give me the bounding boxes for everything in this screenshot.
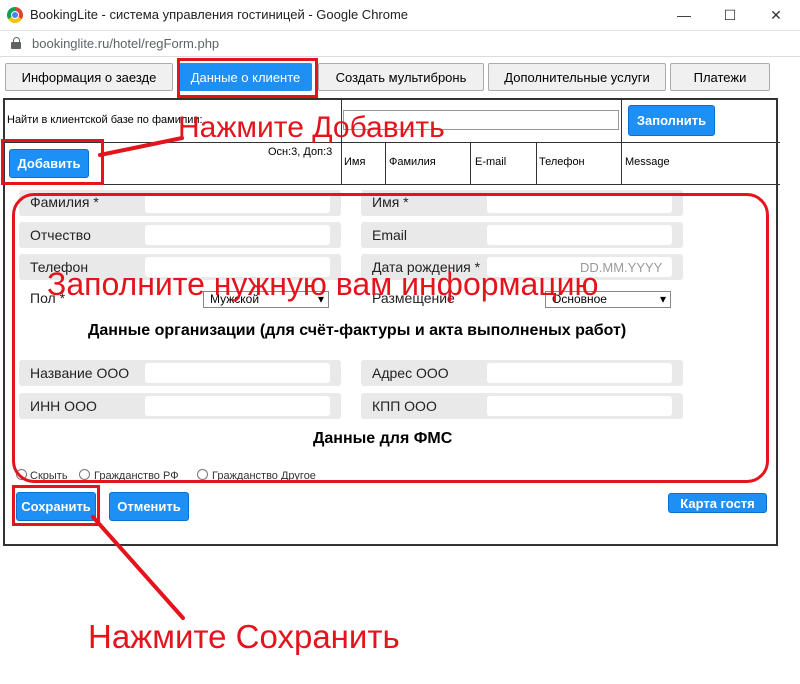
arrow-to-save-button [91, 515, 185, 620]
arrow-to-add-button [98, 136, 184, 157]
add-hint-text: Нажмите Добавить [178, 111, 445, 144]
annotation-arrows [91, 136, 185, 620]
save-hint-text: Нажмите Сохранить [88, 618, 400, 655]
fill-hint-text: Заполните нужную вам информацию [47, 266, 599, 302]
